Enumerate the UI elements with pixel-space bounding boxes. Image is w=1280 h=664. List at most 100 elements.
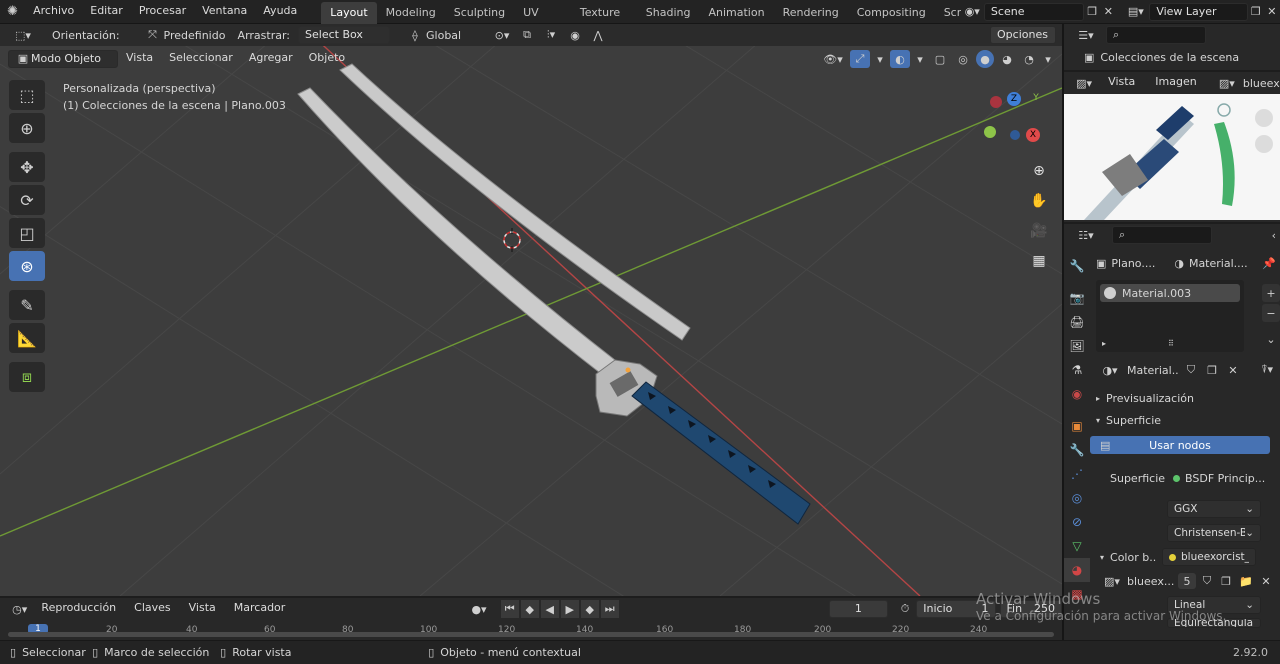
properties-editor-type-icon[interactable]: ☷▾ [1072,229,1100,242]
timeline-menu-vista[interactable]: Vista [181,597,224,621]
base-color-expand-icon[interactable]: ▾ [1100,553,1104,562]
scene-copy-icon[interactable]: ❐ [1084,5,1100,18]
select-tool-icon[interactable]: ⬚▾ [8,29,38,42]
viewport-menu-agregar[interactable]: Agregar [241,47,301,71]
3d-viewport[interactable]: ⬚▾ Orientación: ⤧ Predefinido Arrastrar:… [0,24,1062,596]
visibility-icon[interactable]: 👁▾ [820,53,846,66]
start-frame-field[interactable]: Inicio 1 [916,600,996,618]
material-slot-item[interactable]: Material.003 [1100,284,1240,302]
camera-view-icon[interactable]: 🎥 [1026,218,1052,244]
tab-output[interactable]: 🖨 [1064,310,1090,334]
material-slot-list[interactable]: Material.003 ▸ ⠿ [1096,280,1244,352]
viewport-menu-vista[interactable]: Vista [118,47,161,71]
blender-logo-icon[interactable]: ✺ [0,0,25,24]
jump-start-icon[interactable]: ⏮ [500,600,519,618]
projection-dropdown[interactable]: Equirectangular [1167,618,1261,628]
tool-select-box[interactable]: ⬚ [9,80,45,110]
distribution-dropdown[interactable]: GGX ⌄ [1167,500,1261,518]
image-menu-vista[interactable]: Vista [1100,71,1143,95]
next-keyframe-icon[interactable]: ◆ [580,600,599,618]
image-unlink-icon[interactable]: ✕ [1258,575,1274,588]
scene-selector-icon[interactable]: ◉▾ [961,5,984,18]
viewport-menu-seleccionar[interactable]: Seleccionar [161,47,241,71]
tab-physics[interactable]: ◎ [1064,486,1090,510]
pan-hand-icon[interactable]: ✋ [1026,188,1052,214]
tool-add-cube[interactable]: ⧈ [9,362,45,392]
properties-options-icon[interactable]: ‹ [1272,229,1276,242]
pivot-icon[interactable]: ⊙▾ [488,29,516,42]
tab-texture-paint[interactable]: Texture Paint [571,2,637,41]
overlays-dropdown-icon[interactable]: ▾ [914,53,926,66]
add-slot-icon[interactable]: + [1262,284,1280,302]
end-frame-field[interactable]: Fin 250 [999,600,1062,618]
tool-transform[interactable]: ⊛ [9,251,45,281]
duplicate-material-icon[interactable]: ❐ [1203,364,1221,377]
material-shading-icon[interactable]: ◕ [998,53,1016,66]
xray-icon[interactable]: ▢ [930,53,950,66]
preview-section-header[interactable]: ▸ Previsualización [1096,388,1280,408]
options-button[interactable]: Opciones [990,26,1056,44]
scene-close-icon[interactable]: ✕ [1100,5,1116,18]
solid-shading-icon[interactable]: ● [976,50,994,68]
tab-sculpting[interactable]: Sculpting [445,2,514,24]
tab-compositing[interactable]: Compositing [848,2,935,24]
zoom-icon[interactable]: ⊕ [1026,158,1052,184]
tool-scale[interactable]: ◰ [9,218,45,248]
tab-modeling[interactable]: Modeling [377,2,445,24]
tab-material[interactable]: ◕ [1064,558,1090,582]
tool-cursor[interactable]: ⊕ [9,113,45,143]
tab-modifiers[interactable]: 🔧 [1064,438,1090,462]
gizmo-neg-x-dot[interactable] [990,96,1002,108]
surface-shader-field[interactable]: BSDF Princip... [1173,472,1265,485]
timeline-menu-claves[interactable]: Claves [126,597,179,621]
view-layer-icon[interactable]: ▤▾ [1122,5,1149,18]
gizmo-neg-y-dot[interactable] [984,126,996,138]
mode-dropdown[interactable]: ▣ Modo Objeto [8,50,118,68]
timeline-menu-marcador[interactable]: Marcador [226,597,294,621]
play-reverse-icon[interactable]: ◀ [540,600,559,618]
pin-icon[interactable]: 📌 [1262,257,1276,270]
tab-world[interactable]: ◉ [1064,382,1090,406]
drag-dropdown[interactable]: Select Box [298,26,391,44]
tab-scene[interactable]: ⚗ [1064,358,1090,382]
subsurface-method-dropdown[interactable]: Christensen-B... ⌄ [1167,524,1261,542]
play-icon[interactable]: ▶ [560,600,579,618]
remove-slot-icon[interactable]: − [1262,304,1280,322]
current-frame-field[interactable]: 1 [828,600,888,618]
use-nodes-button[interactable]: ▤ Usar nodos [1090,436,1270,454]
image-browse-icon[interactable]: ▨▾ [1215,77,1239,90]
tab-data[interactable]: ▽ [1064,534,1090,558]
surface-section-header[interactable]: ▾ Superficie [1096,410,1280,430]
image-fake-user-icon[interactable]: ⛉ [1199,574,1215,588]
image-browse-dropdown-icon[interactable]: ▨▾ [1100,575,1124,588]
tab-layout[interactable]: Layout [321,1,377,24]
tab-scripting[interactable]: Scripti [935,2,961,24]
tab-shading[interactable]: Shading [637,2,700,24]
tab-tool[interactable]: 🔧 [1064,254,1090,278]
sword-blade-lower[interactable] [297,87,621,377]
tool-measure[interactable]: 📐 [9,323,45,353]
material-browse-icon[interactable]: ◑▾ [1096,364,1124,377]
image-duplicate-icon[interactable]: ❐ [1218,575,1234,588]
gizmo-y-dot[interactable]: Y [1030,92,1042,104]
gizmo-toggle-icon[interactable]: ⤢ [850,50,870,68]
image-open-folder-icon[interactable]: 📁 [1237,575,1255,588]
timeline-menu-reproduccion[interactable]: Reproducción [33,597,124,621]
3d-cursor[interactable] [503,228,521,252]
user-count-badge[interactable]: 5 [1178,573,1196,589]
gizmo-neg-z-dot[interactable] [1010,130,1020,140]
outliner-row-scene-collection[interactable]: ▣ Colecciones de la escena [1064,46,1280,68]
menu-ventana[interactable]: Ventana [194,0,255,24]
menu-editar[interactable]: Editar [82,0,131,24]
menu-ayuda[interactable]: Ayuda [255,0,305,24]
tab-render[interactable]: 📷 [1064,286,1090,310]
overlays-toggle-icon[interactable]: ◐ [890,50,910,68]
image-menu-imagen[interactable]: Imagen [1147,71,1204,95]
menu-procesar[interactable]: Procesar [131,0,194,24]
properties-search-input[interactable]: ⌕ [1112,226,1212,244]
gizmo-x-dot[interactable]: X [1026,128,1040,142]
material-datablock-name[interactable]: Material.... [1127,364,1179,377]
view-layer-close-icon[interactable]: ✕ [1264,5,1280,18]
slot-expand-icon[interactable]: ▸ [1102,339,1106,348]
transform-space-dropdown[interactable]: Global [426,29,488,42]
